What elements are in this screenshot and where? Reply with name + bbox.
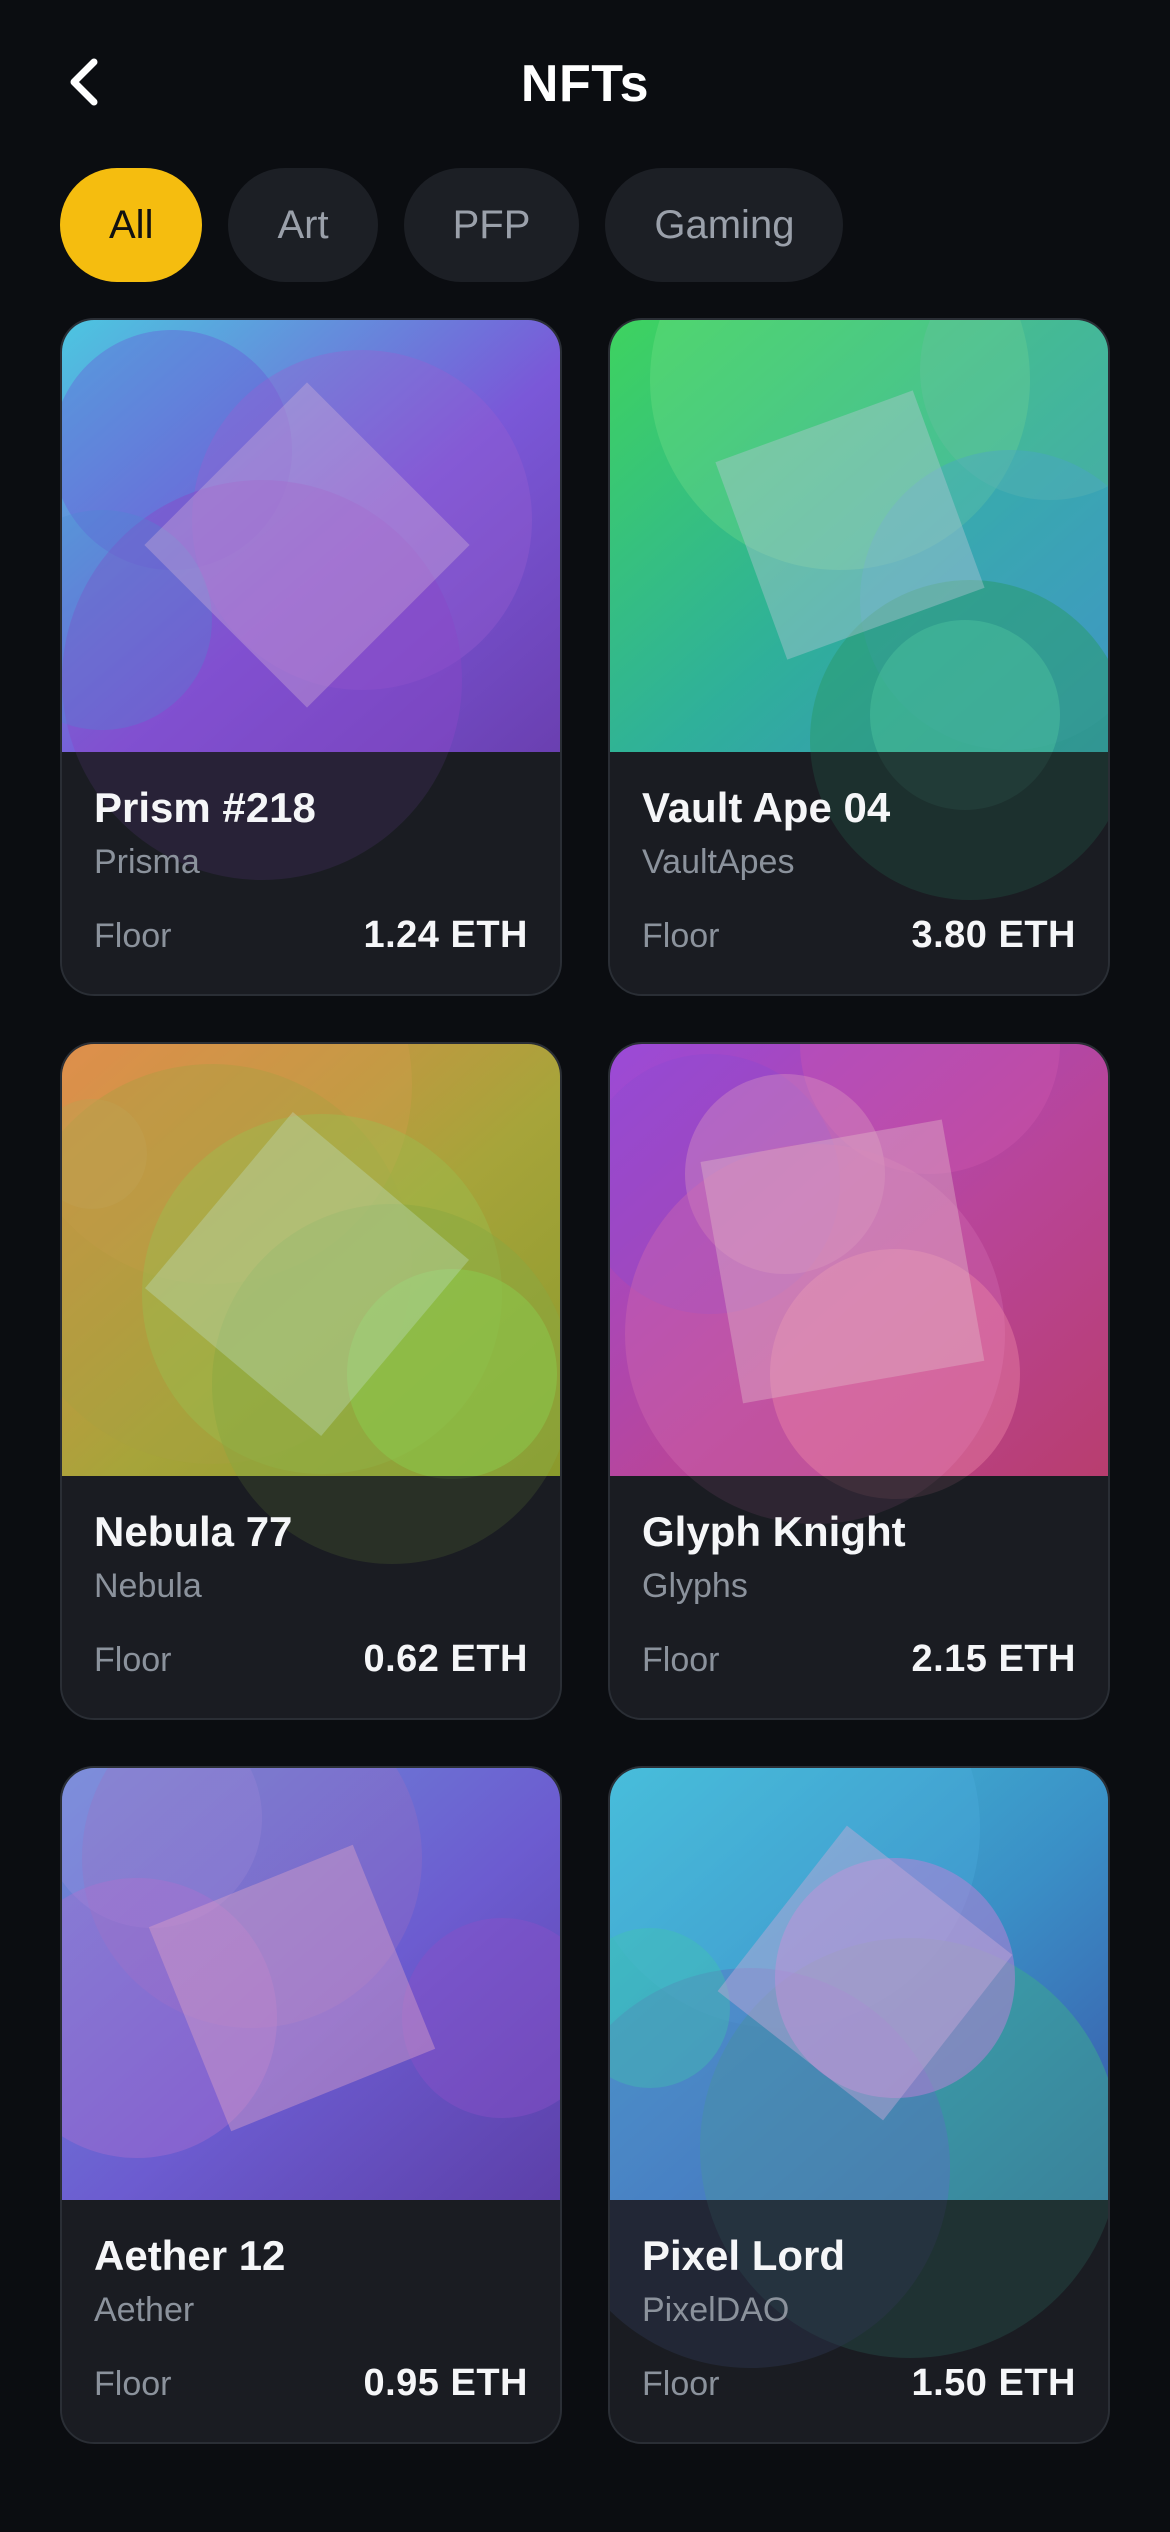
nft-info: Prism #218 Prisma Floor 1.24 ETH [62, 752, 560, 994]
nft-collection: Prisma [94, 843, 200, 881]
floor-label: Floor [642, 1641, 720, 1679]
floor-label: Floor [94, 1641, 172, 1679]
top-bar: NFTs [0, 0, 1170, 168]
nft-info: Nebula 77 Nebula Floor 0.62 ETH [62, 1476, 560, 1718]
nft-card[interactable]: Glyph Knight Glyphs Floor 2.15 ETH [608, 1042, 1110, 1720]
nft-name: Glyph Knight [642, 1508, 906, 1555]
nft-card[interactable]: Aether 12 Aether Floor 0.95 ETH [60, 1766, 562, 2444]
filter-chip-pfp[interactable]: PFP [403, 168, 580, 282]
nft-name: Aether 12 [94, 2232, 286, 2279]
nft-card[interactable]: Prism #218 Prisma Floor 1.24 ETH [60, 318, 562, 996]
filter-chip-all[interactable]: All [60, 168, 203, 282]
floor-price: 1.50 ETH [911, 2362, 1076, 2404]
page-title: NFTs [520, 55, 650, 113]
floor-price: 0.95 ETH [363, 2362, 528, 2404]
floor-label: Floor [94, 917, 172, 955]
filter-chips: All Art PFP Gaming [60, 168, 844, 282]
floor-label: Floor [642, 917, 720, 955]
floor-price: 1.24 ETH [363, 914, 528, 956]
nft-collection: Nebula [94, 1567, 202, 1605]
nft-name: Pixel Lord [642, 2232, 846, 2279]
nft-info: Vault Ape 04 VaultApes Floor 3.80 ETH [610, 752, 1108, 994]
nft-collection: PixelDAO [642, 2291, 790, 2329]
floor-price: 0.62 ETH [363, 1638, 528, 1680]
nft-collection: Glyphs [642, 1567, 748, 1605]
nft-info: Aether 12 Aether Floor 0.95 ETH [62, 2200, 560, 2442]
filter-chip-gaming[interactable]: Gaming [605, 168, 844, 282]
nft-name: Nebula 77 [94, 1508, 293, 1555]
filter-chip-art[interactable]: Art [228, 168, 378, 282]
floor-price: 3.80 ETH [911, 914, 1076, 956]
nft-info: Glyph Knight Glyphs Floor 2.15 ETH [610, 1476, 1108, 1718]
nft-info: Pixel Lord PixelDAO Floor 1.50 ETH [610, 2200, 1108, 2442]
nft-card[interactable]: Vault Ape 04 VaultApes Floor 3.80 ETH [608, 318, 1110, 996]
nft-card[interactable]: Pixel Lord PixelDAO Floor 1.50 ETH [608, 1766, 1110, 2444]
floor-label: Floor [94, 2365, 172, 2403]
nft-name: Prism #218 [94, 784, 316, 831]
floor-label: Floor [642, 2365, 720, 2403]
nft-collection: VaultApes [642, 843, 795, 881]
nft-collection: Aether [94, 2291, 195, 2329]
nft-grid: Prism #218 Prisma Floor 1.24 ETH Vault A… [60, 318, 1110, 2444]
nft-card[interactable]: Nebula 77 Nebula Floor 0.62 ETH [60, 1042, 562, 1720]
nft-name: Vault Ape 04 [642, 784, 891, 831]
floor-price: 2.15 ETH [911, 1638, 1076, 1680]
